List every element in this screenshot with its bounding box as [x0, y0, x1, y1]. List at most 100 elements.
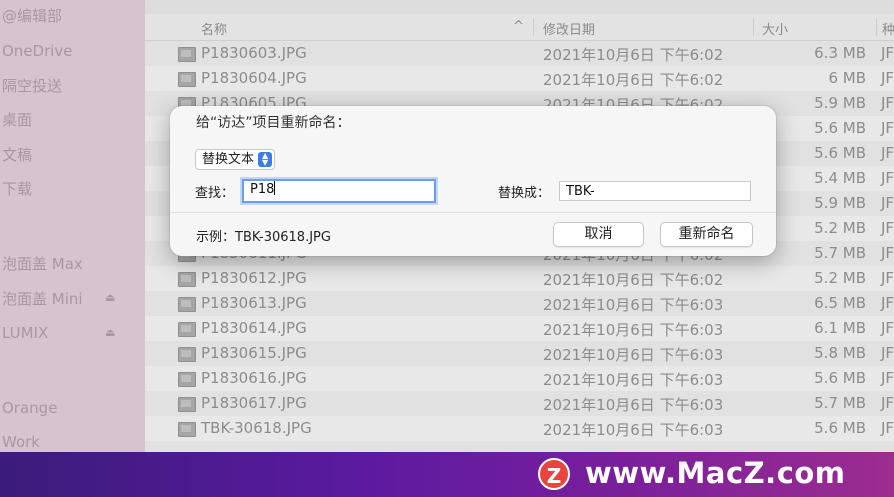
column-header: 名称 ^ 修改日期 大小 种	[145, 14, 894, 41]
file-row[interactable]: P1830613.JPG 2021年10月6日 下午6:03 6.5 MB JF	[145, 291, 894, 316]
replace-field[interactable]: TBK-	[559, 181, 751, 201]
watermark-site: www.MacZ.com	[585, 456, 846, 490]
find-field[interactable]: P18	[242, 179, 436, 203]
file-kind: JF	[881, 69, 894, 87]
file-size: 6 MB	[828, 69, 866, 87]
sidebar-item-mini[interactable]: 泡面盖 Mini	[2, 288, 83, 310]
jpg-file-icon	[178, 397, 196, 412]
rename-dialog: 给“访达”项目重新命名： 替换文本 ▲ ▼ 查找： P18 替换成： TBK- 示…	[170, 106, 776, 256]
sidebar-item-editorial[interactable]: @编辑部	[2, 5, 62, 27]
rename-mode-select[interactable]: 替换文本 ▲ ▼	[195, 149, 276, 170]
file-date: 2021年10月6日 下午6:02	[543, 46, 724, 64]
file-size: 5.6 MB	[814, 419, 866, 437]
file-date: 2021年10月6日 下午6:02	[543, 71, 724, 89]
file-size: 5.7 MB	[814, 394, 866, 412]
file-name: P1830615.JPG	[201, 344, 307, 362]
text-caret	[274, 181, 276, 195]
rename-example: 示例：TBK-30618.JPG	[196, 230, 331, 245]
file-size: 6.1 MB	[814, 319, 866, 337]
file-kind: JF	[881, 419, 894, 437]
file-kind: JF	[881, 319, 894, 337]
file-date: 2021年10月6日 下午6:03	[543, 321, 724, 339]
file-date: 2021年10月6日 下午6:03	[543, 346, 724, 364]
sidebar-item-onedrive[interactable]: OneDrive	[2, 40, 73, 62]
file-date: 2021年10月6日 下午6:02	[543, 271, 724, 289]
file-name: P1830614.JPG	[201, 319, 307, 337]
file-kind: JF	[881, 244, 894, 262]
file-kind: JF	[881, 194, 894, 212]
file-kind: JF	[881, 119, 894, 137]
file-row[interactable]: P1830603.JPG 2021年10月6日 下午6:02 6.3 MB JF	[145, 41, 894, 66]
file-row[interactable]: P1830616.JPG 2021年10月6日 下午6:03 5.6 MB JF	[145, 366, 894, 391]
jpg-file-icon	[178, 372, 196, 387]
file-date: 2021年10月6日 下午6:03	[543, 396, 724, 414]
column-divider[interactable]	[753, 18, 754, 36]
sidebar-item-lumix[interactable]: LUMIX	[2, 322, 48, 344]
column-divider[interactable]	[533, 18, 534, 36]
file-kind: JF	[881, 144, 894, 162]
file-name: P1830612.JPG	[201, 269, 307, 287]
toolbar-edge	[145, 0, 894, 14]
sidebar-item-documents[interactable]: 文稿	[2, 144, 32, 166]
file-row[interactable]: P1830617.JPG 2021年10月6日 下午6:03 5.7 MB JF	[145, 391, 894, 416]
file-size: 5.8 MB	[814, 344, 866, 362]
file-row[interactable]: P1830612.JPG 2021年10月6日 下午6:02 5.2 MB JF	[145, 266, 894, 291]
sidebar-item-desktop[interactable]: 桌面	[2, 109, 32, 131]
replace-label: 替换成：	[498, 186, 551, 201]
column-name-header[interactable]: 名称	[201, 19, 227, 38]
column-date-header[interactable]: 修改日期	[543, 19, 595, 38]
file-row[interactable]: P1830614.JPG 2021年10月6日 下午6:03 6.1 MB JF	[145, 316, 894, 341]
file-row[interactable]: P1830604.JPG 2021年10月6日 下午6:02 6 MB JF	[145, 66, 894, 91]
file-name: P1830617.JPG	[201, 394, 307, 412]
jpg-file-icon	[178, 422, 196, 437]
file-row[interactable]: P1830615.JPG 2021年10月6日 下午6:03 5.8 MB JF	[145, 341, 894, 366]
file-size: 5.6 MB	[814, 119, 866, 137]
eject-icon[interactable]: ⏏	[105, 326, 115, 339]
file-size: 5.7 MB	[814, 244, 866, 262]
file-size: 6.5 MB	[814, 294, 866, 312]
sidebar-item-downloads[interactable]: 下载	[2, 178, 32, 200]
cancel-button[interactable]: 取消	[553, 222, 644, 247]
file-kind: JF	[881, 219, 894, 237]
sidebar: @编辑部 OneDrive 隔空投送 桌面 文稿 下载 泡面盖 Max 泡面盖 …	[0, 0, 145, 452]
sidebar-item-max[interactable]: 泡面盖 Max	[2, 253, 83, 275]
file-date: 2021年10月6日 下午6:03	[543, 421, 724, 439]
file-kind: JF	[881, 394, 894, 412]
eject-icon[interactable]: ⏏	[105, 291, 115, 304]
jpg-file-icon	[178, 272, 196, 287]
jpg-file-icon	[178, 47, 196, 62]
sidebar-item-work[interactable]: Work	[2, 431, 40, 452]
sidebar-item-orange[interactable]: Orange	[2, 397, 57, 419]
file-date: 2021年10月6日 下午6:03	[543, 296, 724, 314]
file-size: 5.2 MB	[814, 219, 866, 237]
jpg-file-icon	[178, 297, 196, 312]
file-size: 6.3 MB	[814, 44, 866, 62]
file-name: P1830604.JPG	[201, 69, 307, 87]
file-kind: JF	[881, 294, 894, 312]
macz-logo-icon: Z	[538, 458, 570, 490]
sort-chevron-icon[interactable]: ^	[513, 19, 524, 34]
file-kind: JF	[881, 369, 894, 387]
file-kind: JF	[881, 269, 894, 287]
file-kind: JF	[881, 169, 894, 187]
jpg-file-icon	[178, 72, 196, 87]
file-kind: JF	[881, 44, 894, 62]
file-row[interactable]: TBK-30618.JPG 2021年10月6日 下午6:03 5.6 MB JF	[145, 416, 894, 441]
sidebar-item-airdrop[interactable]: 隔空投送	[2, 75, 62, 97]
column-size-header[interactable]: 大小	[762, 19, 788, 38]
rename-button[interactable]: 重新命名	[660, 222, 753, 247]
replace-field-value: TBK-	[566, 184, 595, 199]
file-name: P1830613.JPG	[201, 294, 307, 312]
dialog-title: 给“访达”项目重新命名：	[196, 115, 351, 131]
column-kind-header[interactable]: 种	[882, 19, 894, 38]
file-size: 5.4 MB	[814, 169, 866, 187]
file-kind: JF	[881, 344, 894, 362]
find-field-value: P18	[250, 182, 275, 197]
file-size: 5.6 MB	[814, 144, 866, 162]
find-label: 查找：	[195, 186, 235, 201]
file-name: P1830603.JPG	[201, 44, 307, 62]
column-divider[interactable]	[876, 18, 877, 36]
file-size: 5.2 MB	[814, 269, 866, 287]
file-name: P1830616.JPG	[201, 369, 307, 387]
watermark-banner: Z www.MacZ.com	[0, 452, 894, 497]
